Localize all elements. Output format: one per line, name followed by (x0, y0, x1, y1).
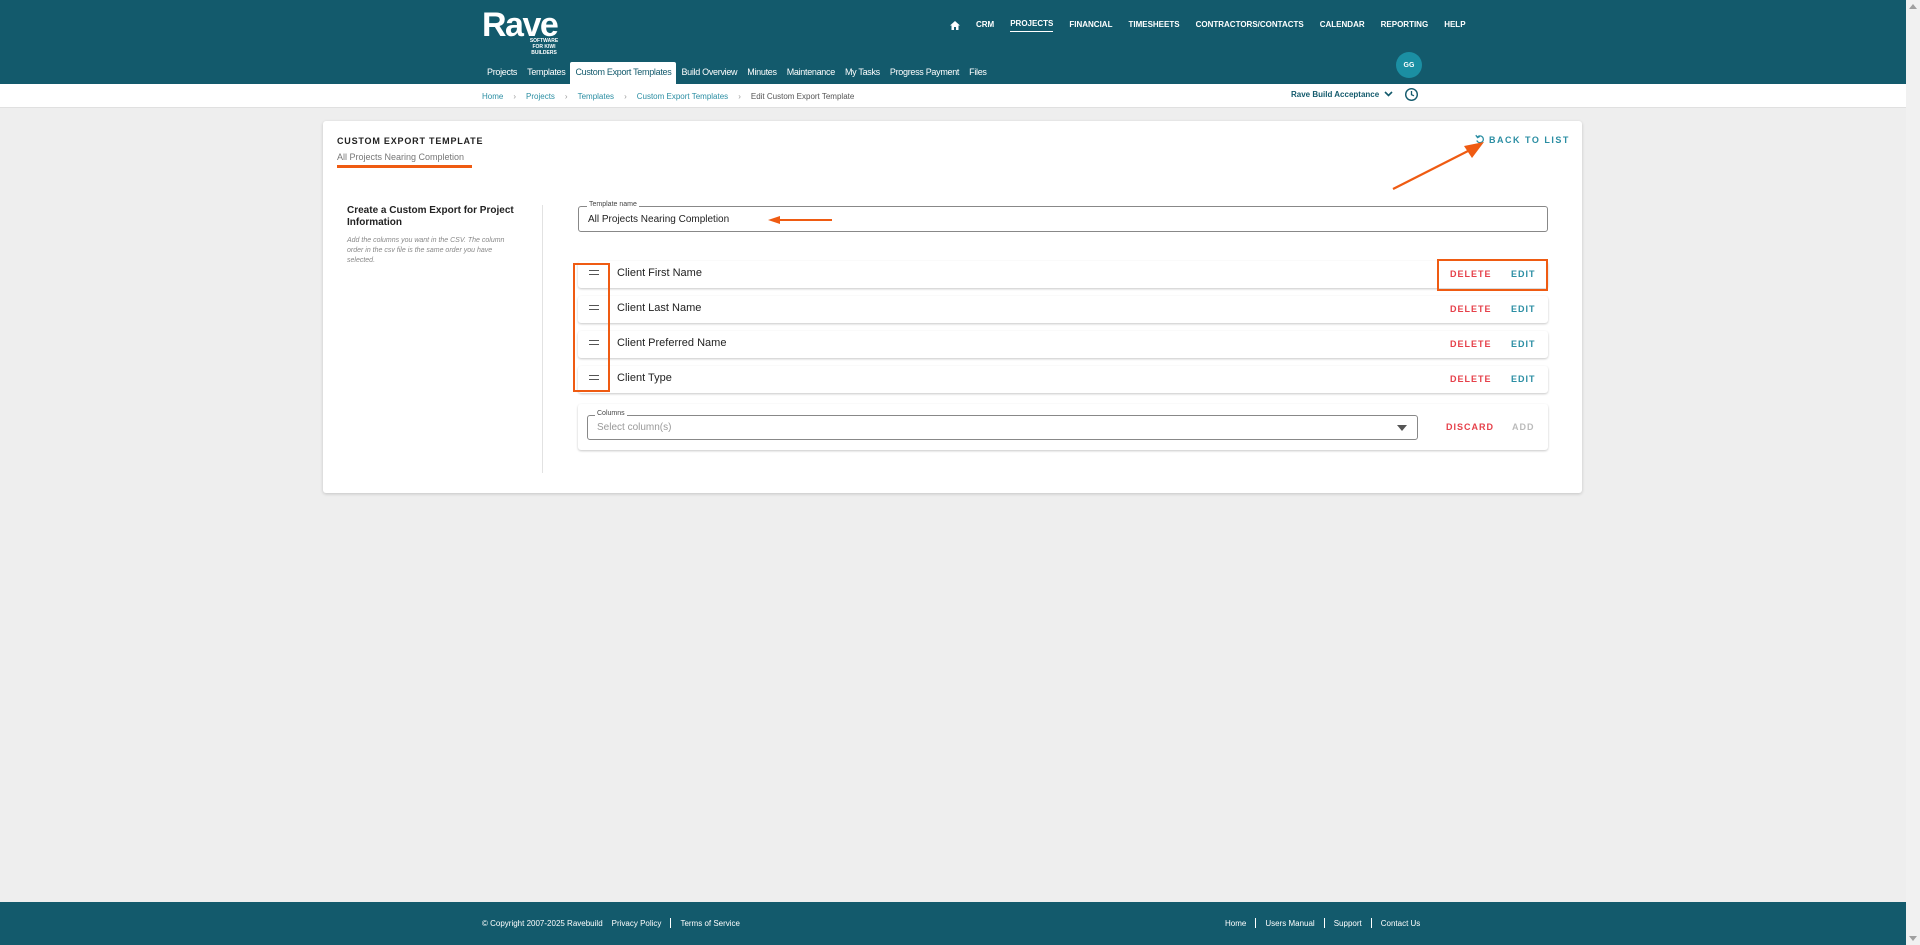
columns-select-placeholder: Select column(s) (597, 422, 672, 433)
subnav-templates[interactable]: Templates (522, 62, 570, 84)
card-title: CUSTOM EXPORT TEMPLATE (337, 136, 484, 146)
footer-link-home[interactable]: Home (1225, 919, 1246, 928)
caret-down-icon (1397, 425, 1407, 431)
breadcrumb: Home › Projects › Templates › Custom Exp… (482, 92, 854, 101)
breadcrumb-templates[interactable]: Templates (578, 92, 614, 101)
breadcrumb-home[interactable]: Home (482, 92, 503, 101)
footer-divider (670, 918, 672, 928)
delete-button[interactable]: DELETE (1450, 339, 1492, 349)
back-to-list-button[interactable]: BACK TO LIST (1475, 134, 1570, 146)
footer-link-privacy[interactable]: Privacy Policy (612, 919, 662, 928)
edit-button[interactable]: EDIT (1511, 304, 1536, 314)
side-title: Create a Custom Export for Project Infor… (347, 205, 514, 228)
footer-divider (1255, 918, 1257, 928)
nav-calendar[interactable]: CALENDAR (1320, 20, 1365, 32)
delete-button[interactable]: DELETE (1450, 374, 1492, 384)
footer-link-terms[interactable]: Terms of Service (680, 919, 740, 928)
template-name-label: Template name (587, 201, 639, 208)
vertical-divider (542, 205, 543, 473)
nav-timesheets[interactable]: TIMESHEETS (1128, 20, 1179, 32)
org-selector[interactable]: Rave Build Acceptance (1291, 90, 1393, 99)
template-name-field[interactable]: Template name All Projects Nearing Compl… (578, 201, 1548, 232)
nav-contractors-contacts[interactable]: CONTRACTORS/CONTACTS (1196, 20, 1304, 32)
scroll-up-icon[interactable] (1909, 4, 1917, 9)
main-nav: CRM PROJECTS FINANCIAL TIMESHEETS CONTRA… (950, 19, 1466, 32)
nav-crm[interactable]: CRM (976, 20, 994, 32)
rave-logo[interactable]: Rave SOFTWARE FOR KIWI BUILDERS (482, 6, 559, 56)
column-name: Client Preferred Name (617, 337, 727, 349)
annotation-underline (337, 165, 472, 168)
add-column-panel: Columns Select column(s) DISCARD ADD (578, 404, 1548, 450)
brand-name: Rave (482, 6, 559, 44)
subnav-my-tasks[interactable]: My Tasks (840, 62, 885, 84)
subnav-projects[interactable]: Projects (482, 62, 522, 84)
subnav-minutes[interactable]: Minutes (742, 62, 781, 84)
footer-left: © Copyright 2007-2025 Ravebuild Privacy … (482, 918, 740, 928)
nav-projects[interactable]: PROJECTS (1010, 19, 1054, 32)
breadcrumb-bar: Home › Projects › Templates › Custom Exp… (0, 84, 1920, 108)
footer-link-users-manual[interactable]: Users Manual (1265, 919, 1314, 928)
footer-link-support[interactable]: Support (1334, 919, 1362, 928)
template-card: CUSTOM EXPORT TEMPLATE All Projects Near… (323, 121, 1582, 493)
clock-history-icon[interactable] (1404, 87, 1419, 107)
breadcrumb-current: Edit Custom Export Template (750, 92, 855, 101)
column-row: Client First Name DELETE EDIT (578, 261, 1548, 288)
columns-select-label: Columns (595, 410, 627, 417)
breadcrumb-separator-icon: › (624, 92, 627, 101)
side-panel: Create a Custom Export for Project Infor… (347, 205, 522, 266)
column-name: Client First Name (617, 267, 702, 279)
edit-button[interactable]: EDIT (1511, 339, 1536, 349)
column-row: Client Last Name DELETE EDIT (578, 296, 1548, 323)
breadcrumb-separator-icon: › (513, 92, 517, 101)
home-icon[interactable] (950, 21, 960, 30)
card-subtitle: All Projects Nearing Completion (337, 152, 465, 162)
subnav-maintenance[interactable]: Maintenance (782, 62, 840, 84)
footer-divider (1370, 918, 1372, 928)
copyright: © Copyright 2007-2025 Ravebuild (482, 918, 603, 928)
chevron-down-icon (1384, 90, 1393, 99)
annotation-box-drag-handles (573, 263, 610, 392)
add-button[interactable]: ADD (1512, 422, 1535, 432)
subnav-progress-payment[interactable]: Progress Payment (885, 62, 964, 84)
columns-select[interactable]: Columns Select column(s) (587, 410, 1418, 440)
footer: © Copyright 2007-2025 Ravebuild Privacy … (0, 902, 1920, 945)
edit-button[interactable]: EDIT (1511, 374, 1536, 384)
sub-nav: Projects Templates Custom Export Templat… (482, 62, 992, 84)
breadcrumb-separator-icon: › (738, 92, 741, 101)
footer-link-contact[interactable]: Contact Us (1381, 919, 1421, 928)
column-list: Client First Name DELETE EDIT Client Las… (578, 261, 1548, 401)
undo-icon (1475, 134, 1485, 146)
discard-button[interactable]: DISCARD (1446, 422, 1494, 432)
template-name-value: All Projects Nearing Completion (588, 214, 730, 225)
brand-tagline: SOFTWARE FOR KIWI BUILDERS (529, 38, 559, 56)
footer-right: Home Users Manual Support Contact Us (1225, 918, 1420, 928)
back-to-list-label: BACK TO LIST (1489, 135, 1570, 145)
column-name: Client Last Name (617, 302, 702, 314)
user-avatar[interactable]: GG (1396, 52, 1422, 78)
org-name: Rave Build Acceptance (1291, 90, 1380, 99)
side-description: Add the columns you want in the CSV. The… (347, 237, 505, 264)
nav-reporting[interactable]: REPORTING (1381, 20, 1429, 32)
nav-help[interactable]: HELP (1444, 20, 1465, 32)
top-header: Rave SOFTWARE FOR KIWI BUILDERS CRM PROJ… (0, 0, 1920, 84)
scroll-down-icon[interactable] (1909, 936, 1917, 941)
column-row: Client Preferred Name DELETE EDIT (578, 331, 1548, 358)
breadcrumb-projects[interactable]: Projects (526, 92, 555, 101)
column-row: Client Type DELETE EDIT (578, 366, 1548, 393)
subnav-build-overview[interactable]: Build Overview (676, 62, 742, 84)
subnav-custom-export-templates[interactable]: Custom Export Templates (570, 62, 677, 84)
page-scrollbar[interactable] (1906, 0, 1920, 945)
breadcrumb-custom-export-templates[interactable]: Custom Export Templates (637, 92, 728, 101)
delete-button[interactable]: DELETE (1450, 304, 1492, 314)
column-name: Client Type (617, 372, 672, 384)
footer-divider (1323, 918, 1325, 928)
subnav-files[interactable]: Files (964, 62, 992, 84)
breadcrumb-separator-icon: › (564, 92, 568, 101)
annotation-box-actions (1437, 259, 1548, 291)
nav-financial[interactable]: FINANCIAL (1069, 20, 1112, 32)
